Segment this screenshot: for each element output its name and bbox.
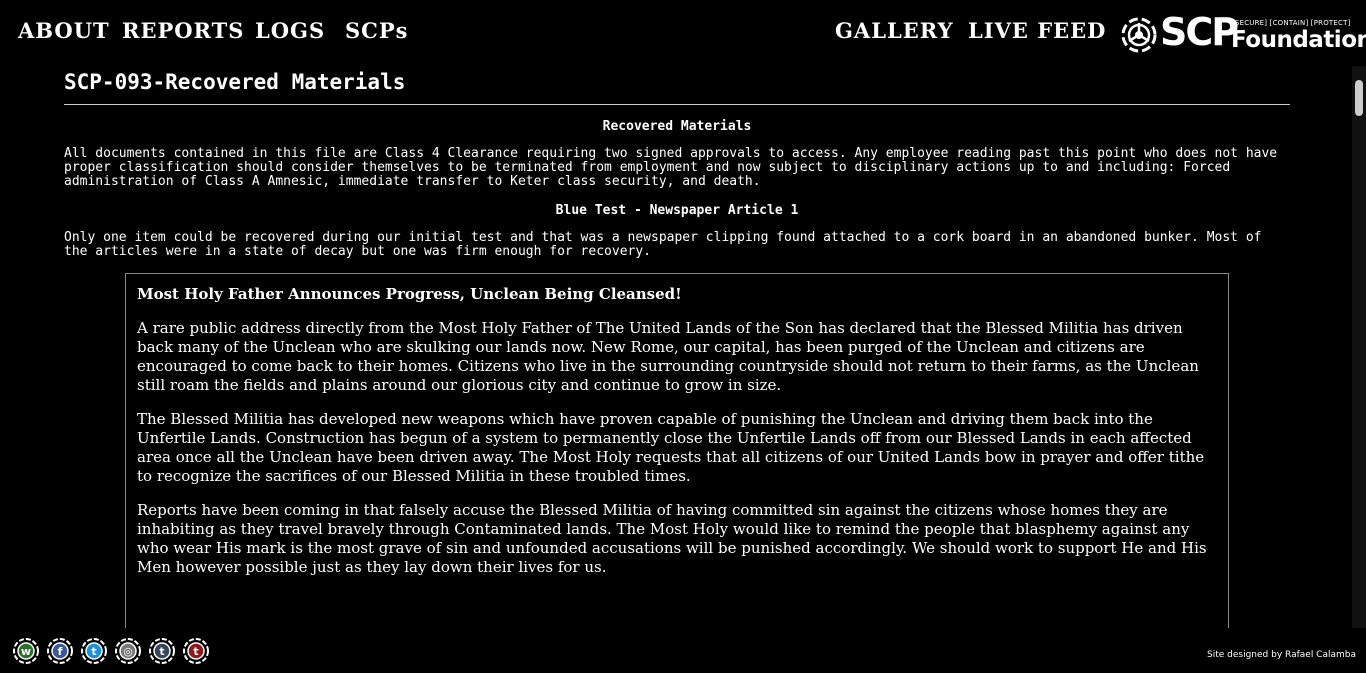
- nav-about[interactable]: ABOUT: [18, 18, 110, 43]
- svg-text:◎: ◎: [123, 645, 133, 658]
- clearance-notice: All documents contained in this file are…: [64, 146, 1278, 189]
- title-divider: [64, 104, 1290, 105]
- page-title: SCP-093-Recovered Materials: [64, 70, 406, 94]
- svg-text:t: t: [193, 645, 198, 658]
- newspaper-article: Most Holy Father Announces Progress, Unc…: [125, 273, 1229, 628]
- logo-scp-text: SCP: [1160, 10, 1239, 54]
- article-paragraph: A rare public address directly from the …: [137, 319, 1199, 394]
- nav-reports[interactable]: REPORTS: [122, 18, 244, 43]
- nav-live-feed[interactable]: LIVE FEED: [968, 18, 1106, 43]
- scp-wiki-icon[interactable]: ◎: [115, 638, 141, 664]
- nav-gallery[interactable]: GALLERY: [835, 18, 954, 43]
- section-title-blue-test: Blue Test - Newspaper Article 1: [555, 203, 799, 218]
- article-headline: Most Holy Father Announces Progress, Unc…: [137, 285, 682, 303]
- logo-foundation-text: Foundation: [1231, 27, 1366, 53]
- nav-scps[interactable]: SCPs: [345, 18, 409, 43]
- facebook-icon[interactable]: f: [47, 638, 73, 664]
- main-content: SCP-093-Recovered Materials Recovered Ma…: [64, 66, 1290, 628]
- article-paragraph: Reports have been coming in that falsely…: [137, 501, 1207, 576]
- svg-text:t: t: [91, 645, 96, 658]
- content-scrollbar[interactable]: [1352, 66, 1366, 628]
- designer-credit: Site designed by Rafael Calamba: [1207, 650, 1356, 660]
- svg-text:f: f: [58, 645, 63, 658]
- scp-emblem-icon: [1121, 17, 1157, 53]
- blue-test-description: Only one item could be recovered during …: [64, 230, 1262, 259]
- svg-text:t: t: [159, 645, 164, 658]
- top-nav: ABOUT REPORTS LOGS SCPs GALLERY LIVE FEE…: [0, 0, 1366, 66]
- tumblr-icon[interactable]: t: [149, 638, 175, 664]
- svg-text:w: w: [21, 645, 31, 658]
- wikidot-icon[interactable]: w: [13, 638, 39, 664]
- footer: w f t ◎ t t Site designed by Rafael Calamba: [0, 628, 1366, 673]
- scp-foundation-logo[interactable]: SCP [SECURE] [CONTAIN] [PROTECT] Foundat…: [1120, 10, 1366, 58]
- article-paragraph: The Blessed Militia has developed new we…: [137, 410, 1205, 485]
- scrollbar-thumb[interactable]: [1355, 80, 1363, 116]
- tumblr-alt-icon[interactable]: t: [183, 638, 209, 664]
- section-title-recovered-materials: Recovered Materials: [602, 119, 752, 134]
- nav-logs[interactable]: LOGS: [255, 18, 325, 43]
- twitter-icon[interactable]: t: [81, 638, 107, 664]
